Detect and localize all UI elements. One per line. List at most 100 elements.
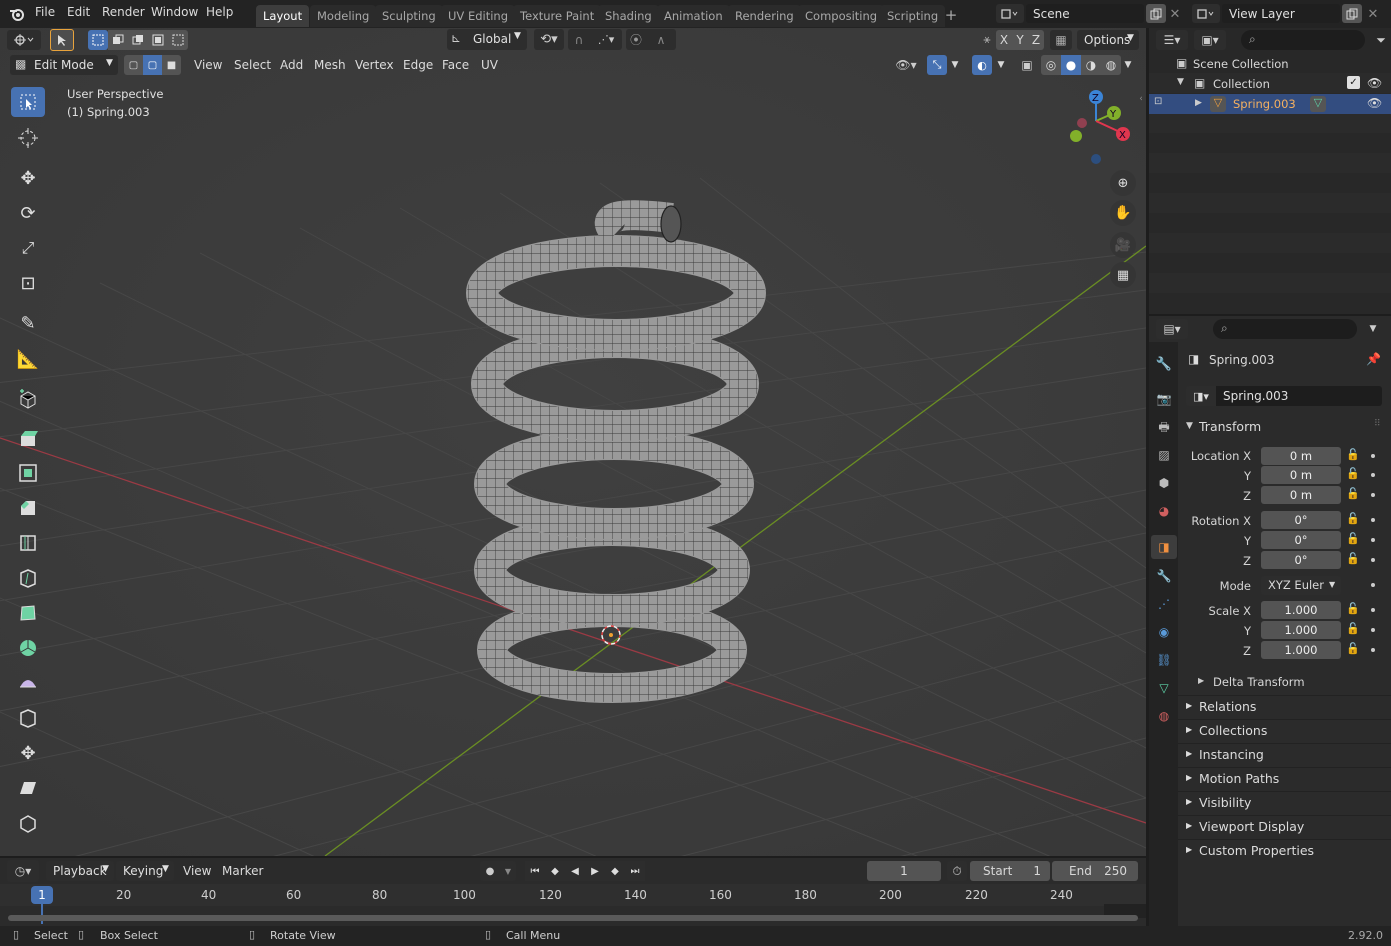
add-workspace-icon[interactable]: + [943, 6, 959, 24]
annotate-tool-icon[interactable]: ✎ [11, 308, 45, 338]
wireframe-shading-icon[interactable]: ◎ [1041, 55, 1061, 75]
proportional-edit-icon[interactable]: ⦿ [626, 29, 646, 50]
timeline-editor-type-icon[interactable]: ◷▾ [7, 860, 39, 882]
options-dropdown[interactable]: Options ▼ [1077, 30, 1139, 50]
jump-end-icon[interactable]: ⏭ [625, 861, 645, 881]
rotation-x-field[interactable]: 0° [1261, 511, 1341, 529]
physics-tab-icon[interactable]: ◉ [1152, 620, 1176, 644]
mode-dropdown[interactable]: ▩ Edit Mode ▼ [10, 55, 118, 75]
keyframe-dot-icon[interactable] [1371, 493, 1375, 497]
remove-scene-icon[interactable]: ✕ [1166, 5, 1184, 23]
tab-modeling[interactable]: Modeling [310, 5, 377, 27]
tab-uv-editing[interactable]: UV Editing [441, 5, 515, 27]
relations-panel-header[interactable]: ▶ Relations [1178, 695, 1391, 717]
edge-select-icon[interactable]: ▢ [143, 55, 162, 75]
current-frame-field[interactable]: 1 [867, 861, 941, 881]
properties-search-input[interactable]: ⌕ [1213, 319, 1357, 339]
playhead[interactable]: 1 [31, 886, 53, 904]
lock-icon[interactable]: 🔓 [1346, 467, 1360, 480]
tab-scripting[interactable]: Scripting [880, 5, 946, 27]
menu-window[interactable]: Window [151, 5, 198, 19]
scale-x-field[interactable]: 1.000 [1261, 601, 1341, 619]
new-scene-icon[interactable] [1146, 4, 1166, 23]
tool-tab-icon[interactable]: 🔧 [1152, 352, 1176, 376]
rotate-tool-icon[interactable]: ⟳ [11, 198, 45, 228]
menu-render[interactable]: Render [102, 5, 145, 19]
select-new-icon[interactable] [88, 30, 108, 50]
rip-region-tool-icon[interactable] [11, 808, 45, 838]
keying-dropdown[interactable]: Keying ▼ [116, 861, 174, 881]
loop-cut-tool-icon[interactable] [11, 528, 45, 558]
menu-vertex[interactable]: Vertex [355, 58, 394, 72]
mirror-y-toggle[interactable]: Y [1012, 30, 1028, 50]
remove-view-layer-icon[interactable]: ✕ [1364, 5, 1382, 23]
rotation-y-field[interactable]: 0° [1261, 531, 1341, 549]
tab-rendering[interactable]: Rendering [728, 5, 801, 27]
visibility-icon[interactable]: 👁▾ [890, 55, 922, 75]
eye-icon[interactable]: 👁 [1367, 96, 1382, 110]
timeline-marker-menu[interactable]: Marker [222, 864, 263, 878]
select-box-tool-icon[interactable] [11, 87, 45, 117]
prev-keyframe-icon[interactable]: ◆ [545, 861, 565, 881]
perspective-toggle-icon[interactable]: ▦ [1110, 262, 1136, 288]
scene-icon[interactable] [996, 4, 1024, 23]
output-tab-icon[interactable]: 🖶 [1152, 416, 1176, 440]
outliner-item-collection[interactable]: ▼ ▣ Collection ✓ 👁 [1149, 74, 1391, 94]
zoom-icon[interactable]: ⊕ [1110, 170, 1136, 196]
measure-tool-icon[interactable]: 📐 [11, 344, 45, 374]
select-intersect-icon[interactable] [168, 30, 188, 50]
menu-mesh[interactable]: Mesh [314, 58, 346, 72]
object-tab-icon[interactable]: ◨ [1151, 535, 1177, 559]
add-cube-tool-icon[interactable] [11, 384, 45, 414]
edge-slide-tool-icon[interactable] [11, 703, 45, 733]
snap-target-icon[interactable]: ⋰▾ [590, 29, 622, 50]
lock-icon[interactable]: 🔓 [1346, 602, 1360, 615]
filter-icon[interactable]: ⏷ [1373, 30, 1389, 50]
auto-merge-icon[interactable]: ▦ [1050, 30, 1072, 50]
inset-tool-icon[interactable] [11, 458, 45, 488]
collections-panel-header[interactable]: ▶ Collections [1178, 719, 1391, 741]
scale-tool-icon[interactable]: ⤢ [11, 233, 45, 263]
tab-shading[interactable]: Shading [598, 5, 659, 27]
knife-tool-icon[interactable] [11, 563, 45, 593]
chevron-down-icon[interactable]: ▼ [500, 861, 516, 881]
chevron-down-icon[interactable]: ▼ [994, 55, 1008, 75]
menu-face[interactable]: Face [442, 58, 469, 72]
scale-z-field[interactable]: 1.000 [1261, 641, 1341, 659]
tab-animation[interactable]: Animation [657, 5, 730, 27]
eye-icon[interactable]: 👁 [1367, 76, 1382, 90]
render-tab-icon[interactable]: 📷 [1152, 387, 1176, 411]
snap-toggle-icon[interactable]: ∩ [568, 29, 590, 50]
delta-transform-subpanel[interactable]: ▶ Delta Transform [1198, 674, 1378, 692]
new-view-layer-icon[interactable] [1342, 4, 1362, 23]
editor-type-icon[interactable] [7, 30, 41, 50]
chevron-down-icon[interactable]: ▼ [1363, 319, 1383, 339]
modifier-tab-icon[interactable]: 🔧 [1152, 564, 1176, 588]
transform-panel-header[interactable]: ▼ Transform ⠿ [1178, 416, 1391, 438]
orientation-dropdown[interactable]: ⊾ Global ▼ [447, 29, 527, 50]
lock-icon[interactable]: 🔓 [1346, 487, 1360, 500]
world-tab-icon[interactable]: ◕ [1152, 499, 1176, 523]
display-mode-icon[interactable]: ▣▾ [1194, 30, 1226, 50]
menu-select[interactable]: Select [234, 58, 271, 72]
custom-properties-panel-header[interactable]: ▶ Custom Properties [1178, 839, 1391, 861]
blender-logo-icon[interactable] [8, 5, 26, 23]
outliner-item-scene-collection[interactable]: ▣ Scene Collection [1149, 54, 1391, 74]
menu-help[interactable]: Help [206, 5, 233, 19]
start-frame-field[interactable]: Start 1 [970, 861, 1050, 881]
pivot-point-icon[interactable]: ⟲▾ [534, 29, 564, 50]
shear-tool-icon[interactable] [11, 773, 45, 803]
timeline-editor[interactable]: ◷▾ Playback ▼ Keying ▼ View Marker ● ▼ ⏮… [0, 858, 1146, 926]
lock-icon[interactable]: 🔓 [1346, 552, 1360, 565]
jump-start-icon[interactable]: ⏮ [525, 861, 545, 881]
3d-viewport[interactable]: ⊾ Global ▼ ⟲▾ ∩ ⋰▾ ⦿ ∧ ⚹ X Y Z ▦ Options… [0, 28, 1146, 856]
keyframe-dot-icon[interactable] [1371, 518, 1375, 522]
spin-tool-icon[interactable] [11, 633, 45, 663]
keyframe-dot-icon[interactable] [1371, 583, 1375, 587]
chevron-down-icon[interactable]: ▼ [948, 55, 962, 75]
menu-add[interactable]: Add [280, 58, 303, 72]
keyframe-dot-icon[interactable] [1371, 473, 1375, 477]
shrink-fatten-tool-icon[interactable]: ✥ [11, 738, 45, 768]
motion-paths-panel-header[interactable]: ▶ Motion Paths [1178, 767, 1391, 789]
constraints-tab-icon[interactable]: ⛓ [1152, 648, 1176, 672]
